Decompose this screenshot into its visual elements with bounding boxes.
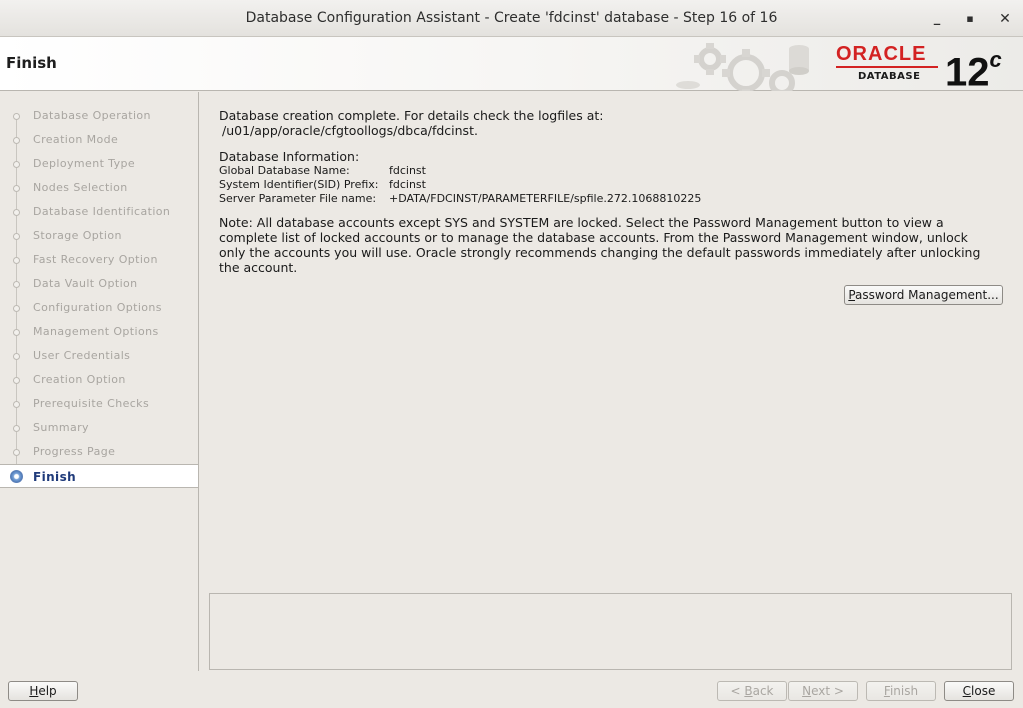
nav-step-finish[interactable]: Finish	[0, 464, 198, 488]
back-button[interactable]: < Back	[717, 681, 787, 701]
nav-step-creation-mode[interactable]: Creation Mode	[0, 128, 198, 152]
info-key: Server Parameter File name:	[219, 192, 377, 205]
nav-step-label: Finish	[33, 470, 77, 484]
nav-step-progress-page[interactable]: Progress Page	[0, 440, 198, 464]
mnemonic: P	[848, 288, 856, 302]
nav-step-summary[interactable]: Summary	[0, 416, 198, 440]
nav-step-database-identification[interactable]: Database Identification	[0, 200, 198, 224]
step-dot-icon	[13, 209, 20, 216]
button-label: elp	[38, 684, 57, 698]
step-dot-icon	[13, 281, 20, 288]
nav-step-configuration-options[interactable]: Configuration Options	[0, 296, 198, 320]
info-key: Global Database Name:	[219, 164, 350, 177]
nav-step-fast-recovery-option[interactable]: Fast Recovery Option	[0, 248, 198, 272]
nav-step-label: Data Vault Option	[33, 277, 138, 290]
minimize-button[interactable]: _	[927, 9, 947, 29]
nav-step-label: Storage Option	[33, 229, 122, 242]
step-dot-icon	[13, 449, 20, 456]
page-title: Finish	[6, 54, 57, 72]
close-window-button[interactable]: ✕	[995, 9, 1015, 29]
info-value: +DATA/FDCINST/PARAMETERFILE/spfile.272.1…	[389, 192, 702, 205]
nav-step-deployment-type[interactable]: Deployment Type	[0, 152, 198, 176]
button-label: assword Management...	[855, 288, 999, 302]
step-dot-icon	[13, 329, 20, 336]
nav-step-management-options[interactable]: Management Options	[0, 320, 198, 344]
step-dot-icon	[13, 233, 20, 240]
nav-step-data-vault-option[interactable]: Data Vault Option	[0, 272, 198, 296]
nav-step-label: Summary	[33, 421, 89, 434]
nav-step-label: Nodes Selection	[33, 181, 128, 194]
window-titlebar: Database Configuration Assistant - Creat…	[0, 0, 1023, 37]
database-wordmark: DATABASE	[858, 71, 921, 82]
version-number: 12	[945, 50, 990, 95]
mnemonic: B	[744, 684, 753, 698]
step-dot-icon	[13, 401, 20, 408]
nav-step-label: Creation Option	[33, 373, 126, 386]
nav-step-prerequisite-checks[interactable]: Prerequisite Checks	[0, 392, 198, 416]
mnemonic: C	[962, 684, 972, 698]
help-button[interactable]: Help	[8, 681, 78, 701]
button-label: inish	[889, 684, 919, 698]
step-dot-icon	[13, 305, 20, 312]
locked-accounts-note: Note: All database accounts except SYS a…	[219, 215, 981, 275]
nav-step-label: Fast Recovery Option	[33, 253, 158, 266]
header-banner: Finish ORACLE DATABASE 12c	[0, 37, 1023, 94]
mnemonic: H	[29, 684, 39, 698]
log-path: /u01/app/oracle/cfgtoollogs/dbca/fdcinst…	[222, 123, 478, 138]
step-dot-icon	[13, 137, 20, 144]
nav-step-label: User Credentials	[33, 349, 131, 362]
info-row-global-name: Global Database Name: fdcinst	[219, 164, 1009, 178]
info-key: System Identifier(SID) Prefix:	[219, 178, 379, 191]
finish-button[interactable]: Finish	[866, 681, 936, 701]
info-value: fdcinst	[389, 178, 426, 191]
button-label: ack	[752, 684, 774, 698]
close-button[interactable]: Close	[944, 681, 1014, 701]
step-dot-icon	[13, 185, 20, 192]
step-dot-icon	[13, 161, 20, 168]
step-dot-icon	[13, 377, 20, 384]
current-step-icon	[10, 470, 23, 483]
nav-step-label: Database Identification	[33, 205, 171, 218]
button-label: lose	[971, 684, 996, 698]
nav-step-label: Management Options	[33, 325, 159, 338]
nav-step-storage-option[interactable]: Storage Option	[0, 224, 198, 248]
step-dot-icon	[13, 425, 20, 432]
nav-step-user-credentials[interactable]: User Credentials	[0, 344, 198, 368]
oracle-logo: ORACLE DATABASE	[836, 44, 940, 84]
nav-step-label: Prerequisite Checks	[33, 397, 150, 410]
maximize-button[interactable]: ▪	[960, 9, 980, 29]
message-area	[209, 593, 1012, 670]
nav-step-label: Configuration Options	[33, 301, 162, 314]
mnemonic: N	[802, 684, 812, 698]
database-info: Database Information: Global Database Na…	[219, 149, 1009, 206]
nav-step-nodes-selection[interactable]: Nodes Selection	[0, 176, 198, 200]
nav-step-label: Progress Page	[33, 445, 116, 458]
completion-message: Database creation complete. For details …	[219, 108, 1009, 138]
next-button[interactable]: Next >	[788, 681, 858, 701]
info-row-sid-prefix: System Identifier(SID) Prefix: fdcinst	[219, 178, 1009, 192]
window-title: Database Configuration Assistant - Creat…	[245, 10, 778, 26]
step-dot-icon	[13, 113, 20, 120]
step-dot-icon	[13, 353, 20, 360]
button-label: ext >	[811, 684, 844, 698]
gears-decoration-icon	[676, 43, 809, 91]
info-row-spfile: Server Parameter File name: +DATA/FDCINST…	[219, 192, 1009, 206]
nav-step-label: Creation Mode	[33, 133, 119, 146]
step-dot-icon	[13, 257, 20, 264]
oracle-underline	[836, 66, 938, 68]
nav-step-creation-option[interactable]: Creation Option	[0, 368, 198, 392]
oracle-wordmark: ORACLE	[836, 43, 927, 65]
database-info-heading: Database Information:	[219, 149, 360, 164]
nav-step-label: Deployment Type	[33, 157, 136, 170]
completion-text: Database creation complete. For details …	[219, 108, 604, 123]
step-navigation: Database Operation Creation Mode Deploymen…	[0, 92, 199, 671]
version-badge: 12c	[945, 40, 1002, 96]
version-suffix: c	[989, 47, 1002, 72]
password-management-button[interactable]: Password Management...	[844, 285, 1003, 305]
info-value: fdcinst	[389, 164, 426, 177]
nav-step-database-operation[interactable]: Database Operation	[0, 104, 198, 128]
nav-step-label: Database Operation	[33, 109, 151, 122]
button-prefix: <	[730, 684, 745, 698]
